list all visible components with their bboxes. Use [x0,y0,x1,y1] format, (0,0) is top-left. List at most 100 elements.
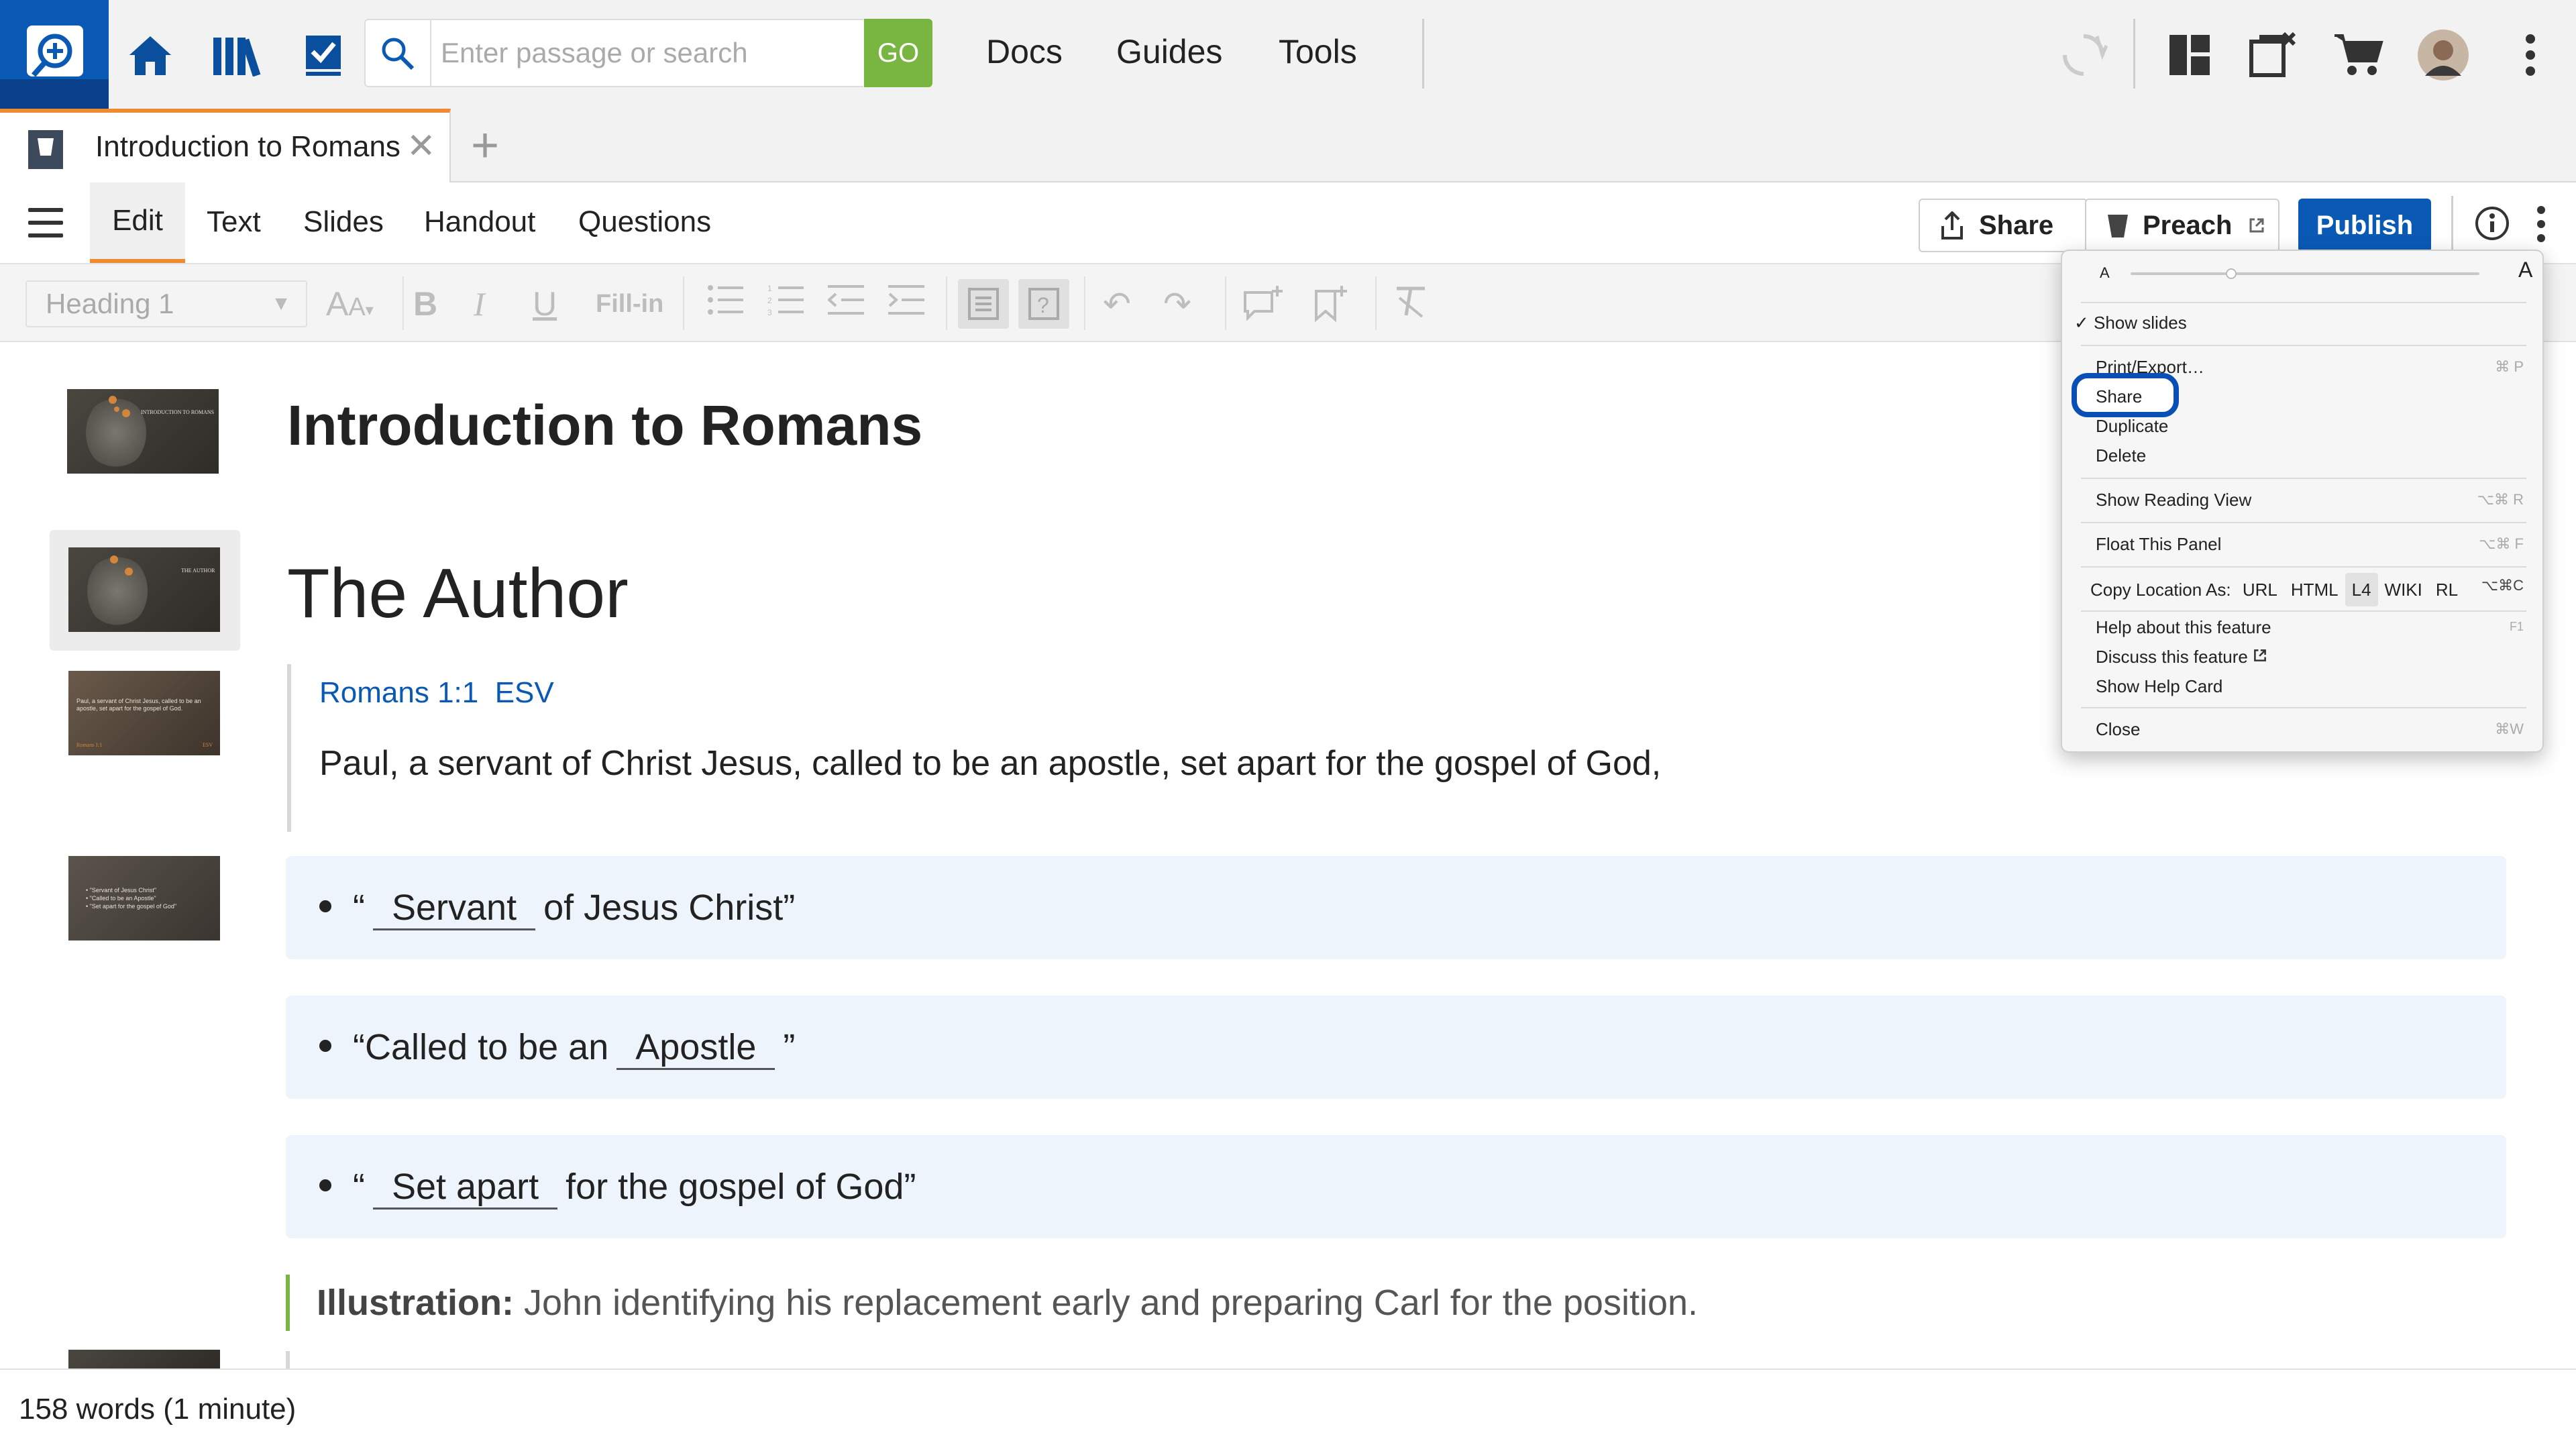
tab-questions[interactable]: Questions [578,205,711,239]
slide-title-text: THE AUTHOR [181,568,215,574]
outdent-icon[interactable] [828,284,864,323]
nav-tools[interactable]: Tools [1279,32,1357,71]
new-tab-button[interactable]: + [471,118,499,173]
tab-handout[interactable]: Handout [424,205,535,239]
cart-icon[interactable] [2330,27,2387,83]
document-title[interactable]: Introduction to Romans [287,393,922,458]
fill-in-blank[interactable]: Set apart [373,1166,557,1210]
logos-logo[interactable] [0,0,109,109]
bible-version-link[interactable]: ESV [495,676,554,709]
tab-edit[interactable]: Edit [90,182,185,263]
copy-l4-option[interactable]: L4 [2345,573,2378,606]
shortcut-label: ⌘ P [2495,358,2524,376]
redo-icon[interactable]: ↷ [1163,284,1191,323]
font-size-slider[interactable] [2131,272,2479,275]
tab-introduction-to-romans[interactable]: Introduction to Romans ✕ [0,109,451,182]
layout-icon[interactable] [2161,27,2218,83]
external-link-icon [2253,648,2267,663]
menu-item-show-reading-view[interactable]: Show Reading View [2096,490,2251,511]
illustration-block[interactable]: Illustration: John identifying his repla… [286,1275,1698,1331]
add-bookmark-icon[interactable] [1312,284,1348,330]
menu-item-help-feature[interactable]: Help about this feature [2096,617,2271,638]
italic-icon[interactable]: I [474,284,485,323]
copy-url-option[interactable]: URL [2236,573,2284,606]
nav-divider [1422,19,1424,89]
close-panels-icon[interactable] [2245,27,2301,83]
menu-item-discuss-feature[interactable]: Discuss this feature [2096,647,2267,667]
underline-icon[interactable]: U [533,284,557,323]
close-tab-icon[interactable]: ✕ [407,126,436,166]
search-icon[interactable] [379,35,417,72]
shortcut-label: F1 [2510,620,2524,634]
sync-icon[interactable] [2055,27,2112,83]
word-count: 158 words (1 minute) [19,1393,296,1426]
bullet-list-icon[interactable] [707,284,743,323]
slide-thumbnail[interactable] [68,1350,220,1368]
home-icon[interactable] [122,27,178,83]
menu-item-delete[interactable]: Delete [2096,445,2146,466]
paragraph-style-select[interactable]: Heading 1 ▼ [25,280,307,327]
search-input[interactable] [439,20,855,86]
fill-in-blank[interactable]: Apostle [616,1026,775,1070]
slide-thumbnail[interactable]: INTRODUCTION TO ROMANS [67,389,219,474]
pulpit-icon [2106,212,2129,239]
slide-thumbnail[interactable]: THE AUTHOR [68,547,220,632]
format-divider [946,276,947,330]
panel-menu-icon[interactable] [2536,205,2546,246]
menu-item-close[interactable]: Close [2096,719,2140,740]
menu-item-show-help-card[interactable]: Show Help Card [2096,676,2222,697]
nav-guides[interactable]: Guides [1116,32,1222,71]
list-item[interactable]: “Set apartfor the gospel of God” [286,1135,2506,1238]
avatar[interactable] [2415,27,2471,83]
slide-block-icon[interactable] [958,279,1009,329]
tasks-icon[interactable] [295,27,352,83]
menu-item-share[interactable]: Share [2096,386,2142,407]
slide-thumbnail[interactable]: • "Servant of Jesus Christ" • "Called to… [68,856,220,941]
scripture-reference-link[interactable]: Romans 1:1 ESV [319,676,554,710]
bold-icon[interactable]: B [413,284,437,323]
preach-button[interactable]: Preach [2085,199,2279,252]
list-item[interactable]: “Called to be anApostle” [286,996,2506,1099]
info-icon[interactable] [2474,205,2510,245]
illustration-label: Illustration: [317,1283,514,1323]
tab-text[interactable]: Text [207,205,261,239]
add-comment-icon[interactable] [1242,284,1284,329]
hamburger-menu-icon[interactable] [28,208,63,237]
fill-in-button[interactable]: Fill-in [596,290,663,319]
numbered-list-icon[interactable]: 123 [767,284,804,323]
font-size-icon[interactable]: AA▾ [326,284,374,323]
fill-in-blank[interactable]: Servant [373,887,535,930]
menu-item-show-slides[interactable]: ✓ Show slides [2074,313,2187,333]
copy-wiki-option[interactable]: WIKI [2378,573,2429,606]
menu-item-duplicate[interactable]: Duplicate [2096,416,2168,437]
format-divider [402,276,404,330]
share-label: Share [1979,211,2053,241]
tab-slides[interactable]: Slides [303,205,384,239]
slide-thumbnail[interactable]: Paul, a servant of Christ Jesus, called … [68,671,220,755]
copy-rl-option[interactable]: RL [2429,573,2465,606]
question-block-icon[interactable]: ? [1018,279,1069,329]
top-bar: GO Docs Guides Tools [0,0,2576,109]
chevron-down-icon: ▼ [271,282,291,326]
format-divider [1084,276,1085,330]
share-button[interactable]: Share [1919,199,2088,252]
indent-icon[interactable] [888,284,924,323]
library-icon[interactable] [208,27,264,83]
status-bar: 158 words (1 minute) [0,1368,2576,1449]
list-item[interactable]: “Servantof Jesus Christ” [286,856,2506,959]
go-button[interactable]: GO [864,19,932,87]
more-icon[interactable] [2502,27,2559,83]
section-heading[interactable]: The Author [287,554,629,634]
font-size-slider-thumb[interactable] [2226,268,2237,279]
undo-icon[interactable]: ↶ [1103,284,1131,323]
tab-bar: Introduction to Romans ✕ + [0,109,2576,182]
svg-text:?: ? [1037,293,1049,317]
copy-html-option[interactable]: HTML [2284,573,2345,606]
slide-bullet-text: • "Set apart for the gospel of God" [86,903,176,910]
nav-docs[interactable]: Docs [986,32,1063,71]
scripture-block[interactable]: Romans 1:1 ESV Paul, a servant of Christ… [287,664,1830,832]
clear-formatting-icon[interactable] [1393,284,1429,326]
slide-bullet-text: • "Called to be an Apostle" [86,895,156,902]
menu-item-float-panel[interactable]: Float This Panel [2096,534,2221,555]
publish-button[interactable]: Publish [2298,199,2431,252]
